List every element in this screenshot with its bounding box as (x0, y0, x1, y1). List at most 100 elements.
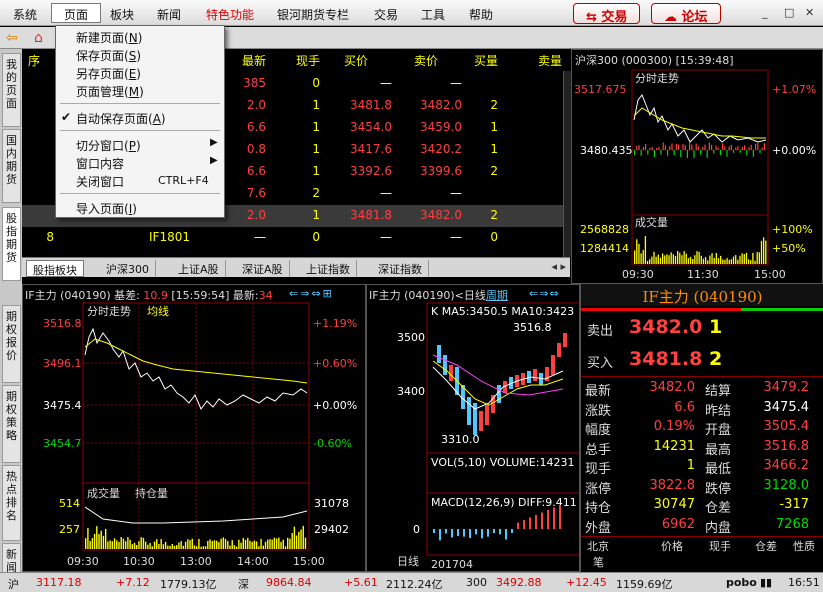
col-vol[interactable]: 现手 (270, 52, 320, 69)
list-scrollbar[interactable] (563, 71, 571, 257)
left-tab-domestic-futures[interactable]: 国内期货 (2, 129, 21, 203)
tab-scroll-icon[interactable]: ◂ ▸ (551, 260, 566, 273)
hs300-pct-hi: +1.07% (772, 83, 816, 96)
col-ask[interactable]: 卖价 (392, 52, 438, 69)
kline-vol-label: VOL(5,10) VOLUME:14231 (431, 456, 574, 469)
if-vol-bar (278, 537, 280, 549)
menu-item-close-window[interactable]: 关闭窗口 (76, 173, 124, 190)
menu-item-save-page[interactable]: 保存页面(S) (76, 47, 141, 64)
tab-sh-a[interactable]: 上证A股 (172, 260, 226, 277)
menu-page[interactable]: 页面 (51, 3, 102, 23)
col-last[interactable]: 最新 (222, 52, 266, 69)
hs300-vol-bar (640, 253, 642, 264)
menu-help[interactable]: 帮助 (469, 6, 493, 23)
if-vol-bar (100, 530, 102, 549)
menu-galaxy-column[interactable]: 银河期货专栏 (277, 6, 349, 23)
row-vol: 2 (312, 186, 320, 200)
row-vol: 1 (312, 120, 320, 134)
left-tab-news[interactable]: 新闻 (2, 543, 21, 574)
left-tab-option-quotes[interactable]: 期权报价 (2, 305, 21, 383)
minimize-icon[interactable]: _ (762, 7, 773, 18)
row-bid: — (380, 186, 392, 200)
tick-tab[interactable]: 笔 (593, 554, 604, 570)
left-tab-my-page[interactable]: 我的页面 (2, 53, 21, 127)
tab-index-sector[interactable]: 股指板块 (26, 260, 84, 277)
kline-macd-bar (481, 529, 483, 539)
hs300-vol-bar (692, 258, 694, 264)
forum-button[interactable]: ☁ 论坛 (651, 3, 721, 25)
quote-stat-value: 1 (686, 458, 695, 473)
if-vol-bar (149, 542, 151, 549)
hs300-x-tick-2: 15:00 (754, 268, 786, 281)
hs300-vol-bar (720, 255, 722, 264)
menu-item-window-content[interactable]: 窗口内容 (76, 155, 124, 172)
row-bid-qty: 1 (490, 142, 498, 156)
left-tab-index-futures[interactable]: 股指期货 (2, 207, 21, 281)
hs300-vol-hi: 2568828 (580, 223, 629, 236)
hs300-diff-bar (689, 142, 691, 150)
if-y-tick-0: 3516.8 (43, 317, 82, 330)
menu-trade[interactable]: 交易 (374, 6, 398, 23)
hs300-diff-bar (755, 143, 757, 150)
status-brand: pobo (726, 576, 757, 589)
kline-candle (467, 397, 471, 425)
hs300-diff-bar (684, 144, 686, 150)
if-vol-bar (178, 542, 180, 549)
menu-news[interactable]: 新闻 (157, 6, 181, 23)
left-tab-option-strategy[interactable]: 期权策略 (2, 385, 21, 463)
quote-stat-label: 总手 (585, 442, 612, 458)
hs300-vol-bar (664, 255, 666, 264)
col-seq[interactable]: 序 (28, 52, 40, 69)
if-x-tick-2: 13:00 (180, 555, 212, 568)
col-bid[interactable]: 买价 (322, 52, 368, 69)
row-bid-qty: 2 (490, 208, 498, 222)
menu-item-manage[interactable]: 页面管理(M) (76, 83, 144, 100)
row-vol: 1 (312, 98, 320, 112)
hs300-diff-bar (686, 150, 688, 158)
back-icon[interactable]: ⇦ (6, 30, 18, 46)
left-tab-hot-rank[interactable]: 热点排名 (2, 465, 21, 541)
menu-item-new-page[interactable]: 新建页面(N) (76, 29, 142, 46)
hs300-diff-bar (695, 143, 697, 150)
menu-sector[interactable]: 板块 (110, 6, 134, 23)
if-vol-bar (211, 540, 213, 549)
tab-hs300[interactable]: 沪深300 (100, 260, 156, 277)
page-menu-dropdown: 新建页面(N) 保存页面(S) 另存页面(E) 页面管理(M) ✔ 自动保存页面… (55, 25, 225, 218)
if-vol-bar (235, 546, 238, 549)
if-volume-bars (85, 525, 307, 549)
kline-period-button[interactable]: 日线 (397, 553, 419, 569)
left-tab-bar: 我的页面 国内期货 股指期货 期权报价 期权策略 热点排名 新闻 (0, 49, 22, 574)
quote-stat-label: 涨跌 (585, 403, 612, 419)
col-ask-qty[interactable]: 卖量 (522, 52, 562, 69)
tab-sh-index[interactable]: 上证指数 (300, 260, 357, 277)
if-vol-bar (89, 540, 91, 549)
status-clock: 16:51 (788, 576, 820, 589)
tab-sz-a[interactable]: 深证A股 (236, 260, 290, 277)
tick-header: 北京 价格 现手 仓差 性质 (581, 538, 823, 554)
trade-button[interactable]: ⇆ 交易 (573, 3, 641, 25)
col-bid-qty[interactable]: 买量 (462, 52, 498, 69)
hs300-sub-label: 分时走势 (635, 72, 679, 85)
if-x-tick-0: 09:30 (67, 555, 99, 568)
home-icon[interactable]: ⌂ (34, 30, 43, 46)
menu-system[interactable]: 系统 (13, 6, 37, 23)
menu-item-save-as[interactable]: 另存页面(E) (76, 65, 141, 82)
menu-special[interactable]: 特色功能 (206, 6, 254, 23)
hs300-diff-bar (730, 144, 732, 150)
kline-hi-label: 3516.8 (513, 321, 552, 334)
hs300-diff-bar (673, 150, 675, 156)
kline-candle (437, 345, 441, 363)
hs300-price-line (633, 94, 767, 143)
hs300-vol-bar (638, 243, 640, 264)
maximize-icon[interactable]: □ (784, 7, 795, 18)
menu-item-autosave[interactable]: 自动保存页面(A) (76, 110, 166, 127)
menu-item-import-page[interactable]: 导入页面(I) (76, 200, 137, 217)
tab-sz-index[interactable]: 深证指数 (372, 260, 429, 277)
row-ask: — (450, 186, 462, 200)
if-vol-bar (176, 545, 178, 549)
menu-tools[interactable]: 工具 (421, 6, 445, 23)
close-icon[interactable]: ✕ (805, 7, 816, 18)
menu-item-split-window[interactable]: 切分窗口(P) (76, 137, 141, 154)
quote-stat-value: -317 (779, 497, 809, 512)
table-row[interactable]: 8 IF1801—0— —0 (22, 227, 563, 249)
